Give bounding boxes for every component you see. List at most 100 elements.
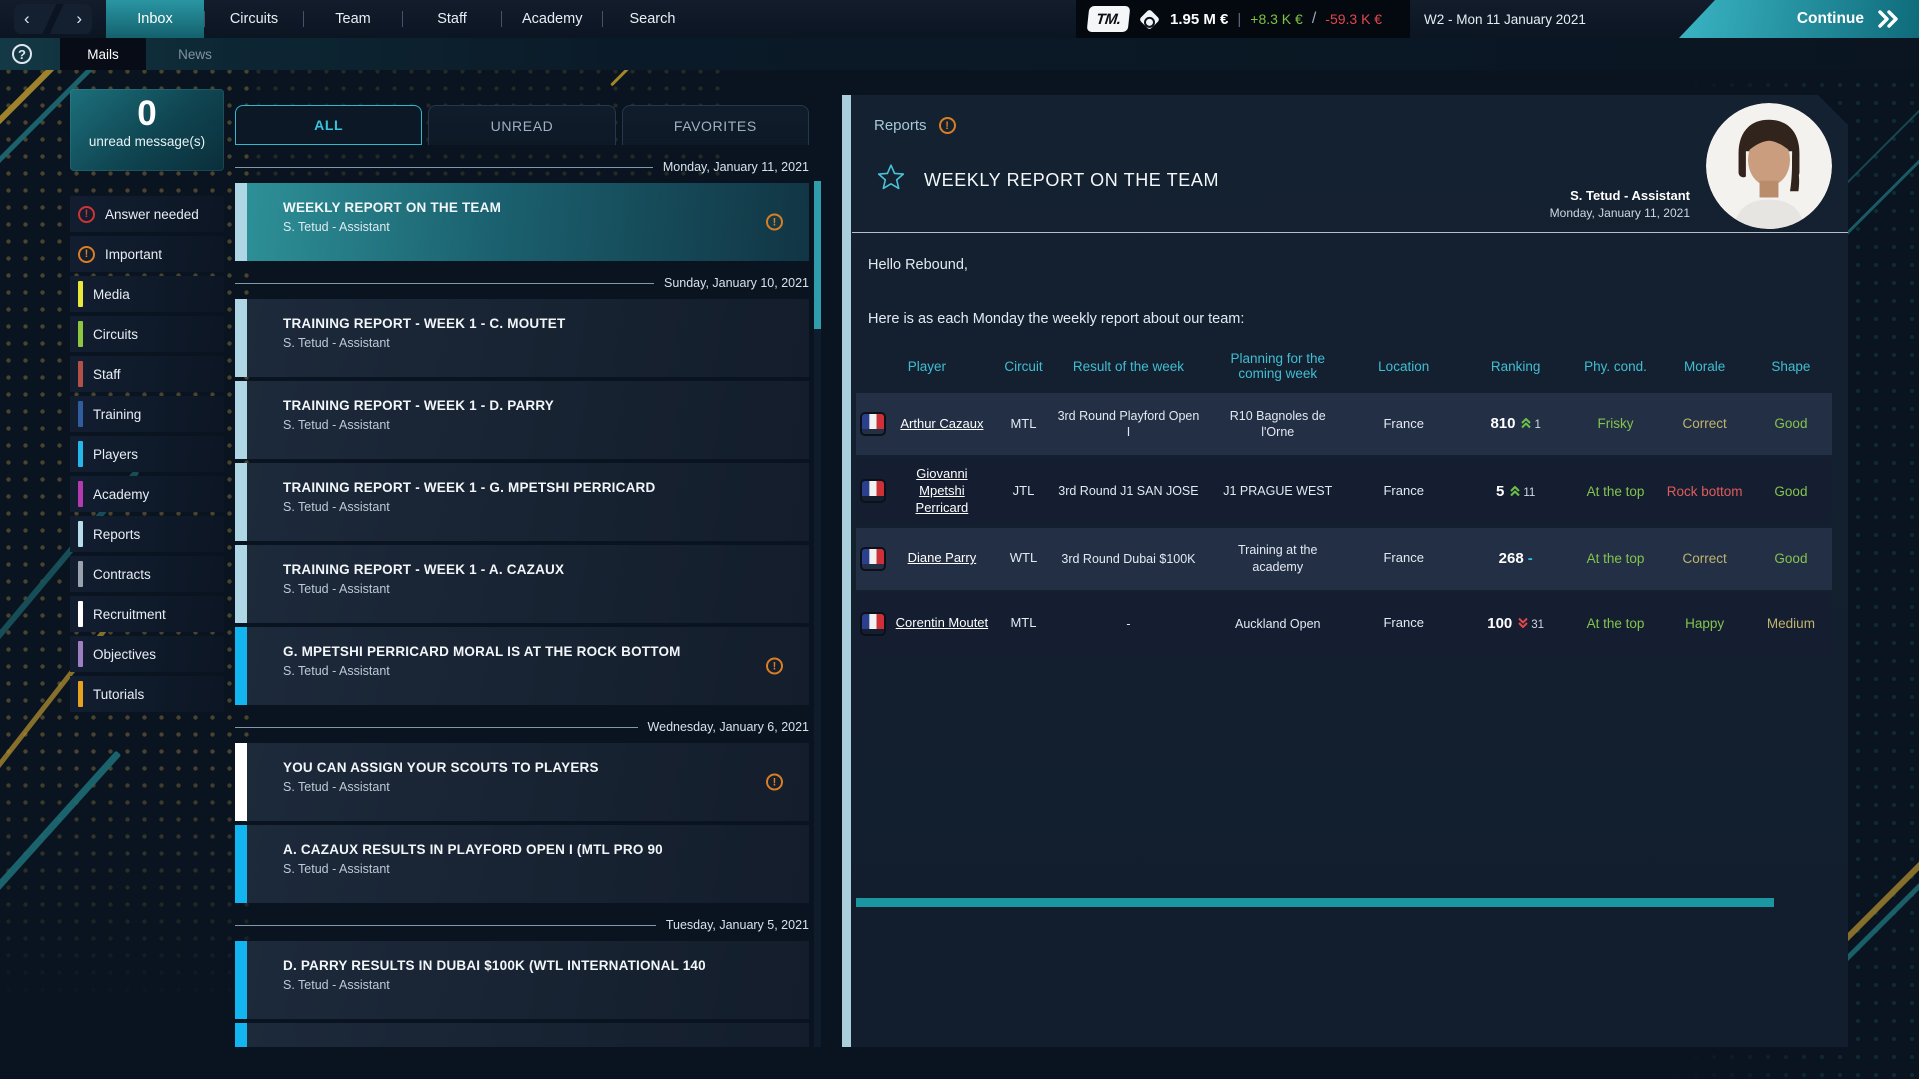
tm-logo: TM. [1086, 6, 1131, 32]
sidebar-item-recruitment[interactable]: Recruitment [70, 596, 224, 632]
alert-icon: ! [766, 773, 783, 791]
sidebar-item-media[interactable]: Media [70, 276, 224, 312]
scrollbar-thumb[interactable] [814, 181, 821, 329]
favorite-star-icon[interactable] [876, 163, 906, 197]
finance-strip: TM. 1.95 M € | +8.3 K € / -59.3 K € [1076, 0, 1410, 38]
mail-item[interactable]: WEEKLY REPORT ON THE TEAM S. Tetud - Assi… [235, 183, 809, 261]
mail-item-title: TRAINING REPORT - WEEK 1 - G. MPETSHI PE… [283, 480, 656, 495]
sidebar-item-staff[interactable]: Staff [70, 356, 224, 392]
tab-mails[interactable]: Mails [60, 38, 146, 70]
mail-item[interactable]: TRAINING REPORT - WEEK 1 - A. CAZAUX S. T… [235, 545, 809, 623]
nav-tab-team[interactable]: Team [304, 0, 402, 38]
sidebar-item-circuits[interactable]: Circuits [70, 316, 224, 352]
mail-accent-bar [235, 545, 247, 623]
mail-accent-bar [235, 825, 247, 903]
mail-item[interactable]: G. MPETSHI PERRICARD MORAL IS AT THE ROC… [235, 627, 809, 705]
player-name-link[interactable]: Giovanni Mpetshi Perricard [892, 466, 992, 517]
balance-divider: | [1237, 10, 1242, 28]
date-separator: Sunday, January 10, 2021 [235, 276, 809, 290]
category-label: Training [93, 406, 142, 422]
category-label: Academy [93, 486, 150, 502]
alert-icon: ! [939, 117, 956, 134]
category-label: Circuits [93, 326, 139, 342]
mail-item-sender: S. Tetud - Assistant [283, 418, 390, 432]
circuit-cell: MTL [1010, 615, 1037, 631]
rank-up-icon [1509, 485, 1521, 497]
reader-accent-bar [842, 95, 851, 1047]
mail-filter-unread[interactable]: UNREAD [428, 105, 616, 145]
nav-tab-staff[interactable]: Staff [403, 0, 501, 38]
column-header-player: Player [907, 358, 947, 374]
morale-cell: Rock bottom [1666, 483, 1743, 499]
category-label: Media [93, 286, 130, 302]
sidebar-item-academy[interactable]: Academy [70, 476, 224, 512]
game-date: W2 - Mon 11 January 2021 [1424, 11, 1586, 27]
mail-filter-favorites[interactable]: FAVORITES [621, 105, 809, 145]
mail-item-sender: S. Tetud - Assistant [283, 978, 390, 992]
nav-tab-academy[interactable]: Academy [502, 0, 602, 38]
player-name-link[interactable]: Arthur Cazaux [892, 416, 992, 433]
mail-date: Monday, January 11, 2021 [1549, 206, 1690, 220]
sender-name: S. Tetud - Assistant [1570, 188, 1690, 203]
mail-item-title: G. MPETSHI PERRICARD MORAL IS AT THE ROC… [283, 644, 681, 659]
mail-item[interactable]: TRAINING REPORT - WEEK 1 - G. MPETSHI PE… [235, 463, 809, 541]
flag-icon [862, 414, 884, 434]
flag-france-icon [862, 549, 884, 564]
planning-cell: J1 PRAGUE WEST [1223, 484, 1333, 499]
tab-news[interactable]: News [146, 38, 244, 70]
circuit-cell: MTL [1010, 415, 1037, 431]
mail-filter-all[interactable]: ALL [235, 105, 423, 145]
help-icon[interactable]: ? [12, 44, 32, 64]
mail-accent-bar [235, 183, 247, 261]
nav-tab-circuits[interactable]: Circuits [205, 0, 303, 38]
mail-item[interactable]: D. PARRY RESULTS IN DUBAI $100K (WTL INT… [235, 941, 809, 1019]
mail-item[interactable]: TRAINING REPORT - WEEK 1 - D. PARRY S. Te… [235, 381, 809, 459]
mail-accent-bar [235, 627, 247, 705]
nav-tab-inbox[interactable]: Inbox [106, 0, 204, 38]
mail-item-partial[interactable] [235, 1023, 809, 1047]
rank-value: 5 [1496, 482, 1505, 500]
category-label: Staff [93, 366, 121, 382]
table-header-row: Player Circuit Result of the week Planning … [856, 351, 1832, 393]
planning-cell: Training at the academy [1238, 543, 1318, 574]
mail-item[interactable]: YOU CAN ASSIGN YOUR SCOUTS TO PLAYERS S. … [235, 743, 809, 821]
history-nav: ‹ › [14, 4, 92, 34]
flag-france-icon [862, 414, 884, 429]
sidebar-item-players[interactable]: Players [70, 436, 224, 472]
sidebar-item-answer-needed[interactable]: ! Answer needed [70, 196, 224, 232]
nav-tab-search[interactable]: Search [603, 0, 701, 38]
back-button[interactable]: ‹ [24, 6, 30, 32]
top-bar: ‹ › Inbox Circuits Team Staff Academy Search … [0, 0, 1919, 38]
mail-item[interactable]: TRAINING REPORT - WEEK 1 - C. MOUTET S. T… [235, 299, 809, 377]
category-color-bar [78, 321, 83, 347]
forward-button[interactable]: › [76, 6, 82, 32]
category-color-bar [78, 441, 83, 467]
mail-item-sender: S. Tetud - Assistant [283, 500, 390, 514]
weekly-loss: -59.3 K € [1325, 11, 1383, 27]
sidebar-item-contracts[interactable]: Contracts [70, 556, 224, 592]
nav-tabs: Inbox Circuits Team Staff Academy Search [106, 0, 701, 38]
player-name-link[interactable]: Corentin Moutet [892, 615, 992, 632]
mail-alert-wrap: ! [766, 657, 783, 675]
continue-button[interactable]: Continue [1679, 0, 1919, 38]
sidebar-item-reports[interactable]: Reports [70, 516, 224, 552]
sidebar-item-important[interactable]: ! Important [70, 236, 224, 272]
column-header-phy-cond: Phy. cond. [1584, 358, 1647, 374]
player-name-link[interactable]: Diane Parry [892, 550, 992, 567]
mail-sidebar: 0 unread message(s) ! Answer needed! Impor… [70, 89, 224, 716]
mail-item-title: WEEKLY REPORT ON THE TEAM [283, 200, 502, 215]
location-cell: France [1383, 615, 1424, 631]
mail-item-body: TRAINING REPORT - WEEK 1 - A. CAZAUX S. T… [247, 545, 809, 623]
mail-item[interactable]: A. CAZAUX RESULTS IN PLAYFORD OPEN I (MT… [235, 825, 809, 903]
column-header-result-of-the-week: Result of the week [1072, 358, 1184, 374]
sidebar-item-training[interactable]: Training [70, 396, 224, 432]
phy-cond-cell: Frisky [1597, 416, 1634, 432]
mail-accent-bar [235, 299, 247, 377]
double-chevron-right-icon [1878, 10, 1898, 28]
sidebar-item-tutorials[interactable]: Tutorials [70, 676, 224, 712]
mail-list-scrollbar[interactable] [814, 181, 821, 1047]
sidebar-item-objectives[interactable]: Objectives [70, 636, 224, 672]
flag-france-icon [862, 614, 884, 629]
mail-item-body: A. CAZAUX RESULTS IN PLAYFORD OPEN I (MT… [247, 825, 809, 903]
category-color-bar [78, 481, 83, 507]
